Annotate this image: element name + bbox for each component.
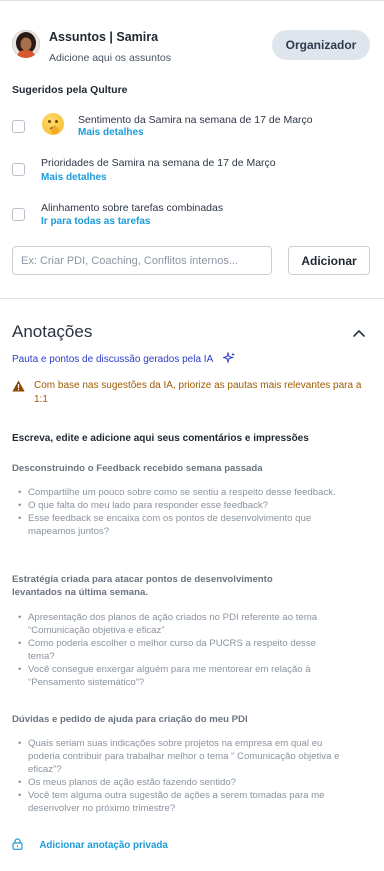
chevron-up-icon[interactable]	[352, 326, 366, 340]
suggestion-checkbox[interactable]	[12, 120, 25, 133]
private-note-label: Adicionar anotação privada	[39, 840, 168, 851]
suggestions-title: Sugeridos pela Qulture	[12, 84, 128, 96]
add-topic-button[interactable]: Adicionar	[288, 246, 370, 275]
lock-icon	[12, 838, 23, 850]
add-topic-row: Adicionar	[12, 246, 370, 275]
list-item: Os meus planos de ação estão fazendo sen…	[18, 776, 344, 789]
add-private-note-button[interactable]: Adicionar anotação privada	[12, 838, 168, 851]
suggestion-text: Prioridades de Samira na semana de 17 de…	[41, 157, 276, 169]
suggestion-checkbox[interactable]	[12, 208, 25, 221]
suggestion-link[interactable]: Mais detalhes	[78, 127, 144, 138]
section-divider	[0, 298, 384, 299]
list-item: Apresentação dos planos de ação criados …	[18, 611, 344, 637]
list-item: Você consegue enxergar alguém para me me…	[18, 663, 344, 689]
list-item: Como poderia escolher o melhor curso da …	[18, 637, 344, 663]
notes-instruction: Escreva, edite e adicione aqui seus come…	[12, 433, 309, 444]
note-section-title: Estratégia criada para atacar pontos de …	[12, 574, 273, 598]
notes-title: Anotações	[12, 322, 93, 341]
note-section-list: Quais seriam suas indicações sobre proje…	[18, 737, 344, 815]
suggestion-text: Sentimento da Samira na semana de 17 de …	[78, 114, 313, 126]
list-item: Esse feedback se encaixa com os pontos d…	[18, 512, 344, 538]
suggestion-link[interactable]: Ir para todas as tarefas	[41, 216, 151, 227]
note-section-list: Apresentação dos planos de ação criados …	[18, 611, 344, 689]
top-divider	[0, 0, 384, 1]
list-item: Compartilhe um pouco sobre como se senti…	[18, 486, 344, 499]
ai-label-text: Pauta e pontos de discussão gerados pela…	[12, 354, 213, 365]
list-item: Você tem alguma outra sugestão de ações …	[18, 789, 344, 815]
topic-input[interactable]	[12, 246, 272, 275]
suggestion-link[interactable]: Mais detalhes	[41, 172, 107, 183]
topics-header: Assuntos | Samira Adicione aqui os assun…	[12, 28, 370, 68]
organizer-button[interactable]: Organizador	[272, 30, 370, 60]
suggestion-text: Alinhamento sobre tarefas combinadas	[41, 202, 224, 214]
list-item: Quais seriam suas indicações sobre proje…	[18, 737, 344, 776]
list-item: O que falta do meu lado para responder e…	[18, 499, 344, 512]
ai-generated-label: Pauta e pontos de discussão gerados pela…	[12, 352, 236, 365]
thinking-face-icon	[42, 113, 64, 135]
note-section-title: Dúvidas e pedido de ajuda para criação d…	[12, 714, 248, 725]
warning-icon	[12, 380, 25, 392]
suggestion-checkbox[interactable]	[12, 163, 25, 176]
avatar	[12, 30, 40, 58]
note-section-title: Desconstruindo o Feedback recebido seman…	[12, 463, 263, 474]
page-title: Assuntos | Samira	[49, 30, 159, 44]
page-subtitle: Adicione aqui os assuntos	[49, 52, 171, 64]
warning-text: Com base nas sugestões da IA, priorize a…	[34, 380, 362, 405]
note-section-list: Compartilhe um pouco sobre como se senti…	[18, 486, 344, 538]
sparkle-icon	[223, 352, 236, 364]
